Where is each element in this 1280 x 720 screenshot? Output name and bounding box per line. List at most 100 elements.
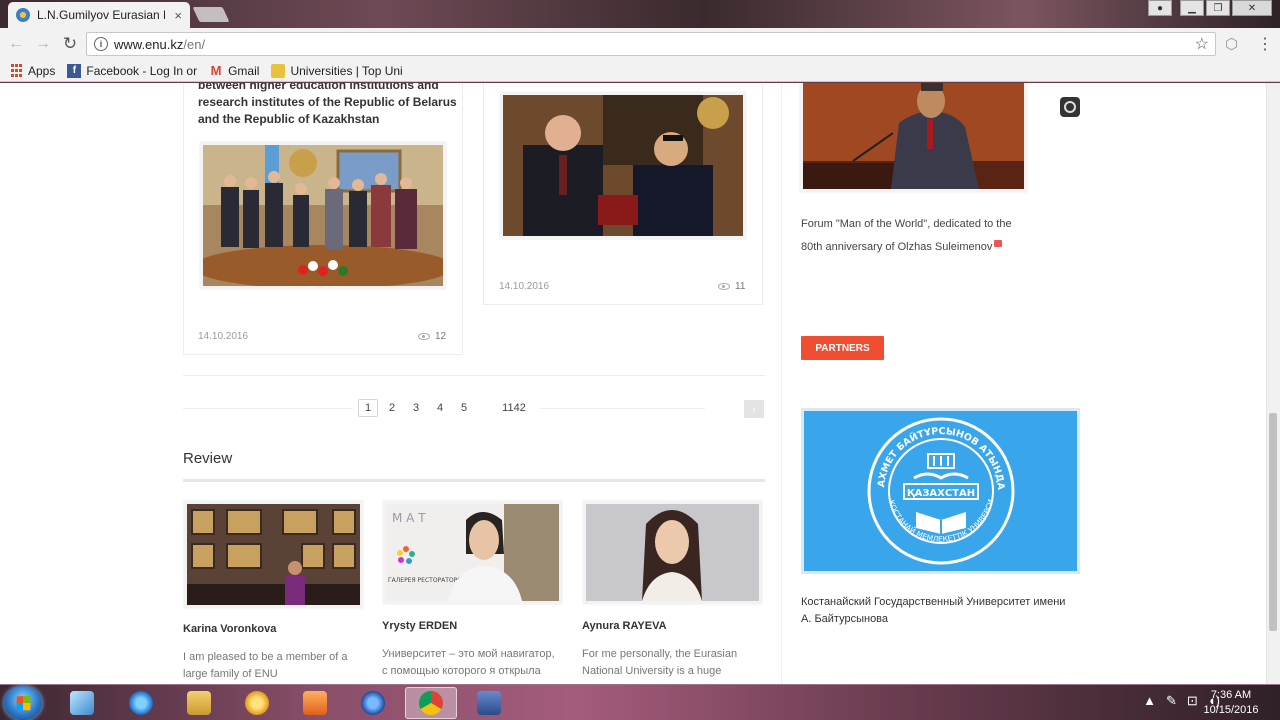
- bookmark-star-icon[interactable]: ☆: [1195, 34, 1209, 54]
- forward-icon[interactable]: →: [32, 33, 54, 55]
- bookmark-label: Universities | Top Uni: [290, 63, 403, 78]
- browser-toolbar: ← → ↻ i www.enu.kz/en/ ☆ ⬡ ⋮: [0, 28, 1280, 60]
- taskbar-chrome[interactable]: [405, 687, 457, 719]
- review-excerpt: Университет – это мой навигатор, с помощ…: [382, 648, 555, 677]
- window-controls: ● ▁ ❐ ✕: [1148, 0, 1272, 16]
- close-window-button[interactable]: ✕: [1232, 0, 1272, 16]
- taskbar-app[interactable]: [347, 687, 399, 719]
- address-bar[interactable]: i www.enu.kz/en/ ☆: [86, 32, 1216, 56]
- apps-grid-icon: [9, 64, 23, 78]
- news-date: 14.10.2016: [499, 281, 550, 292]
- news-photo[interactable]: [500, 92, 746, 239]
- pen-icon[interactable]: ✎: [1166, 693, 1177, 709]
- next-page-button[interactable]: ›: [744, 400, 764, 418]
- caption-line: 80th anniversary of Olzhas Suleimenov: [801, 241, 993, 253]
- review-photo[interactable]: [184, 501, 363, 608]
- views-count: 11: [735, 281, 746, 292]
- review-name[interactable]: Karina Voronkova: [183, 623, 276, 635]
- section-rule: [183, 479, 765, 482]
- bookmark-label: Apps: [28, 63, 56, 78]
- tab-title: L.N.Gumilyov Eurasian N: [37, 8, 165, 22]
- extension-icon[interactable]: ⬡: [1225, 35, 1238, 53]
- video-icon: [303, 691, 327, 715]
- reload-icon[interactable]: ↻: [59, 33, 81, 55]
- show-hidden-icons-icon[interactable]: ▲: [1143, 693, 1156, 709]
- news-date: 14.10.2016: [198, 331, 249, 342]
- instagram-icon[interactable]: [1060, 97, 1080, 117]
- taskbar-ie[interactable]: [115, 687, 167, 719]
- partners-button[interactable]: PARTNERS: [801, 336, 884, 360]
- bookmark-apps[interactable]: Apps: [9, 64, 55, 78]
- minimize-button[interactable]: ▁: [1180, 0, 1204, 16]
- svg-text:ҚАЗАХСТАН: ҚАЗАХСТАН: [906, 488, 974, 499]
- folder-icon: [187, 691, 211, 715]
- pager-rule: [540, 408, 705, 409]
- taskbar-media[interactable]: [231, 687, 283, 719]
- scrollbar-thumb[interactable]: [1269, 413, 1277, 631]
- bookmark-label: Gmail: [228, 63, 260, 78]
- partner-logo[interactable]: АХМЕТ БАЙТҰРСЫНОВ АТЫНДАҒЫ КОСТАНАЙ МЕМЛ…: [801, 408, 1080, 574]
- info-icon[interactable]: i: [94, 37, 108, 51]
- pager-rule: [183, 408, 353, 409]
- pin-icon: [994, 240, 1003, 247]
- page-scrollbar[interactable]: [1266, 83, 1280, 684]
- start-button[interactable]: [4, 686, 42, 720]
- sidebar-news-photo[interactable]: [800, 83, 1027, 192]
- url-host: www.enu.kz: [114, 36, 184, 52]
- gmail-icon: M: [210, 63, 222, 78]
- pagination: 1 2 3 4 5 1142: [358, 399, 540, 417]
- back-icon[interactable]: ←: [5, 33, 27, 55]
- internet-explorer-icon: [129, 691, 153, 715]
- new-tab-button[interactable]: [192, 7, 230, 22]
- clock-date: 10/15/2016: [1203, 704, 1259, 716]
- page-link-2[interactable]: 2: [382, 399, 402, 417]
- universities-icon: [271, 63, 286, 78]
- windows-taskbar: ▲ ✎ ⊡ ◖) 7:36 AM 10/15/2016: [0, 684, 1280, 720]
- bookmark-facebook[interactable]: f Facebook - Log In or: [67, 63, 198, 78]
- review-photo-image: [586, 504, 759, 601]
- delegation-photo-image: [203, 145, 443, 286]
- bookmark-universities[interactable]: Universities | Top Uni: [271, 63, 403, 78]
- bookmark-label: Facebook - Log In or: [86, 63, 198, 78]
- user-icon[interactable]: ●: [1148, 0, 1172, 16]
- chrome-menu-icon[interactable]: ⋮: [1257, 34, 1273, 54]
- page-link-5[interactable]: 5: [454, 399, 474, 417]
- page-link-last[interactable]: 1142: [492, 399, 536, 417]
- page-link-3[interactable]: 3: [406, 399, 426, 417]
- favicon-icon: [16, 8, 30, 22]
- review-excerpt: I am pleased to be a member of a large f…: [183, 651, 348, 680]
- chrome-icon: [419, 691, 443, 715]
- page-link-1[interactable]: 1: [358, 399, 378, 417]
- system-clock[interactable]: 7:36 AM 10/15/2016: [1196, 688, 1266, 718]
- caption-line: Forum "Man of the World", dedicated to t…: [801, 218, 1012, 230]
- review-name[interactable]: Yrysty ERDEN: [382, 620, 457, 632]
- taskbar-explorer[interactable]: [173, 687, 225, 719]
- tab-close-icon[interactable]: ×: [174, 8, 182, 23]
- review-photo-image: [187, 504, 360, 605]
- review-name[interactable]: Aynura RAYEVA: [582, 620, 667, 632]
- partner-caption[interactable]: Костанайский Государственный Университет…: [801, 594, 1071, 628]
- bookmarks-bar: Apps f Facebook - Log In or M Gmail Univ…: [0, 60, 1280, 82]
- browser-tab[interactable]: L.N.Gumilyov Eurasian N ×: [8, 2, 190, 28]
- taskbar-desktop[interactable]: [56, 687, 108, 719]
- maximize-button[interactable]: ❐: [1206, 0, 1230, 16]
- review-section-title: Review: [183, 450, 233, 467]
- news-views: 11: [718, 281, 745, 292]
- eye-icon: [418, 333, 430, 340]
- page-link-4[interactable]: 4: [430, 399, 450, 417]
- review-photo[interactable]: М А Т ГАЛЕРЕЯ РЕСТОРАТОРОВ: [383, 501, 562, 604]
- svg-text:М А Т: М А Т: [392, 511, 426, 525]
- review-photo-image: М А Т ГАЛЕРЕЯ РЕСТОРАТОРОВ: [386, 504, 559, 601]
- divider: [183, 375, 765, 376]
- review-photo[interactable]: [583, 501, 762, 604]
- news-card-title[interactable]: between higher education institutions an…: [198, 83, 458, 128]
- sidebar-news-caption[interactable]: Forum "Man of the World", dedicated to t…: [801, 213, 1041, 259]
- handshake-photo-image: [503, 95, 743, 236]
- taskbar-video[interactable]: [289, 687, 341, 719]
- sidebar-divider: [781, 83, 782, 684]
- news-photo[interactable]: [200, 142, 446, 289]
- taskbar-recorder[interactable]: [463, 687, 515, 719]
- media-player-icon: [245, 691, 269, 715]
- desktop-icon: [70, 691, 94, 715]
- bookmark-gmail[interactable]: M Gmail: [209, 63, 260, 78]
